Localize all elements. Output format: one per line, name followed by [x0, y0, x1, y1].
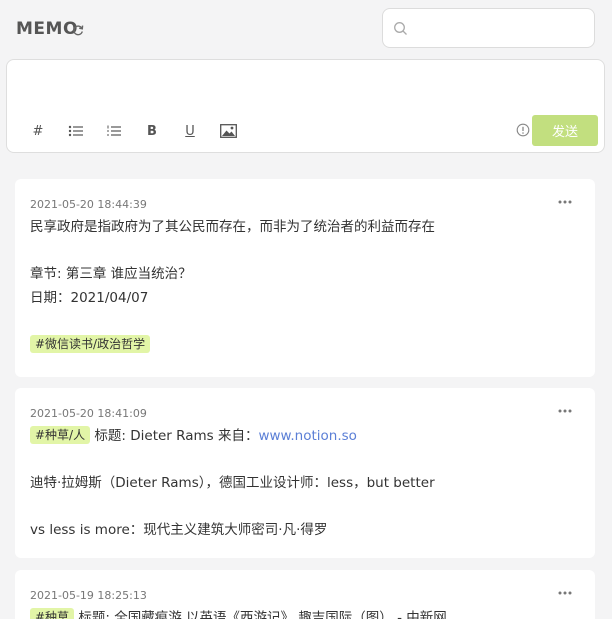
memo-line: 迪特·拉姆斯（Dieter Rams），德国工业设计师：less，but bet… [30, 475, 435, 491]
info-icon[interactable] [516, 123, 530, 137]
memo-line [30, 239, 580, 263]
memo-line [30, 495, 580, 519]
memo-line: #种草/人 标题: Dieter Rams 来自：www.notion.so [30, 424, 580, 448]
more-options-icon[interactable] [557, 588, 573, 598]
memo-tag[interactable]: #种草 [30, 608, 75, 619]
memo-editor: # B U 发送 [6, 59, 605, 153]
bold-icon: B [147, 123, 157, 139]
numbered-list-icon [107, 125, 121, 136]
bullet-list-icon [68, 125, 83, 137]
memo-input[interactable] [19, 68, 594, 110]
memo-timestamp: 2021-05-20 18:41:09 [30, 407, 147, 420]
memo-text: 标题: 全国藏痕游 以英语《西游记》 趣吉国际（图） - 中新网 [74, 610, 447, 619]
memo-line: 日期：2021/04/07 [30, 289, 149, 306]
memo-content: #种草/人 标题: Dieter Rams 来自：www.notion.so 迪… [30, 424, 580, 542]
bold-button[interactable]: B [141, 120, 163, 142]
image-button[interactable] [217, 120, 239, 142]
search-input[interactable] [415, 15, 587, 41]
underline-button[interactable]: U [179, 120, 201, 142]
app-title: MEMO [16, 19, 78, 39]
memo-line [30, 309, 580, 333]
hash-icon: # [32, 123, 44, 139]
memo-line: 民享政府是指政府为了其公民而存在，而非为了统治者的利益而存在 [30, 219, 435, 235]
memo-content: 民享政府是指政府为了其公民而存在，而非为了统治者的利益而存在 章节: 第三章 谁… [30, 215, 580, 356]
memo-content: #种草 标题: 全国藏痕游 以英语《西游记》 趣吉国际（图） - 中新网 [30, 606, 580, 619]
memo-line: #种草 标题: 全国藏痕游 以英语《西游记》 趣吉国际（图） - 中新网 [30, 606, 580, 619]
refresh-icon[interactable] [72, 24, 84, 36]
memo-line [30, 448, 580, 472]
memo-timestamp: 2021-05-20 18:44:39 [30, 198, 147, 211]
memo-link[interactable]: www.notion.so [258, 428, 356, 444]
tag-button[interactable]: # [27, 120, 49, 142]
header: MEMO [0, 0, 612, 58]
search-box[interactable] [382, 8, 595, 48]
memo-tag[interactable]: #种草/人 [30, 426, 91, 444]
image-icon [219, 124, 237, 138]
send-button[interactable]: 发送 [532, 115, 598, 146]
memo-timestamp: 2021-05-19 18:25:13 [30, 589, 147, 602]
memo-line: vs less is more：现代主义建筑大师密司·凡·得罗 [30, 522, 328, 538]
memo-tag[interactable]: #微信读书/政治哲学 [30, 334, 151, 353]
memo-tag-line: #微信读书/政治哲学 [30, 333, 580, 357]
more-options-icon[interactable] [557, 197, 573, 207]
memo-line: 章节: 第三章 谁应当统治？ [30, 266, 192, 282]
more-options-icon[interactable] [557, 406, 573, 416]
underline-icon: U [185, 123, 195, 139]
memo-text: 标题: Dieter Rams 来自： [90, 428, 259, 444]
memo-card: 2021-05-20 18:44:39 民享政府是指政府为了其公民而存在，而非为… [15, 179, 595, 377]
memo-card: 2021-05-20 18:41:09 #种草/人 标题: Dieter Ram… [15, 388, 595, 558]
numbered-list-button[interactable] [103, 120, 125, 142]
bullet-list-button[interactable] [65, 120, 87, 142]
memo-card: 2021-05-19 18:25:13 #种草 标题: 全国藏痕游 以英语《西游… [15, 570, 595, 619]
search-icon [394, 22, 407, 35]
